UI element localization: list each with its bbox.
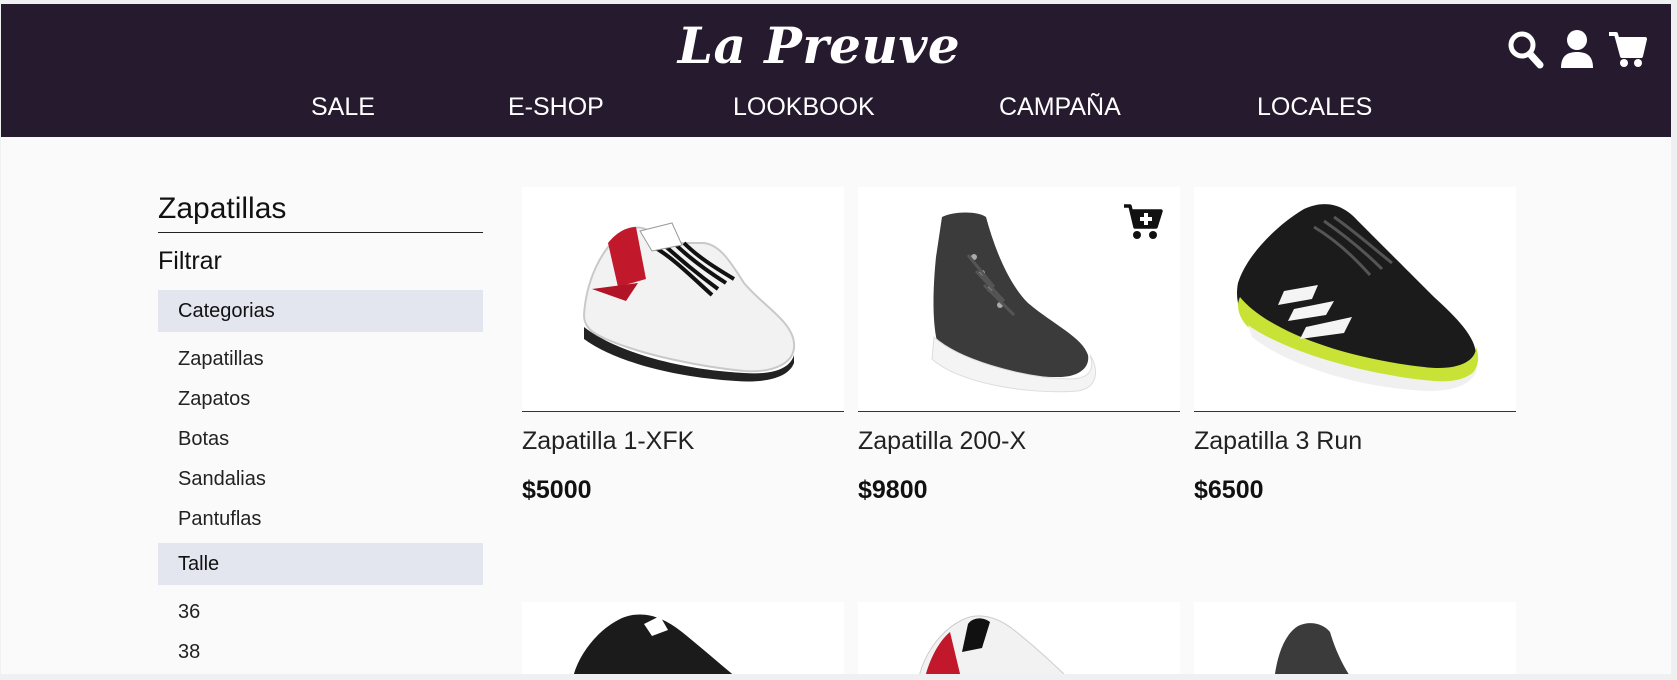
product-image[interactable] <box>1194 187 1516 411</box>
page: La Preuve SALE E-SHOP LOOKBOOK CAMPAÑA L… <box>1 4 1671 674</box>
filter-option-zapatos[interactable]: Zapatos <box>178 388 250 411</box>
search-icon[interactable] <box>1506 28 1546 70</box>
cart-icon[interactable] <box>1607 28 1647 70</box>
nav-campana[interactable]: CAMPAÑA <box>999 93 1121 122</box>
sneaker-image <box>573 614 733 674</box>
site-header: La Preuve SALE E-SHOP LOOKBOOK CAMPAÑA L… <box>1 4 1671 137</box>
product-image[interactable] <box>522 187 844 411</box>
filter-group-label: Talle <box>178 553 220 575</box>
filter-option-zapatillas[interactable]: Zapatillas <box>178 348 264 371</box>
brand-logo[interactable]: La Preuve <box>1 16 1637 75</box>
user-icon[interactable] <box>1557 28 1597 70</box>
filter-option-size-38[interactable]: 38 <box>178 641 200 664</box>
category-title: Zapatillas <box>158 192 287 225</box>
filter-option-botas[interactable]: Botas <box>178 428 229 451</box>
product-price: $5000 <box>522 476 592 504</box>
nav-locales[interactable]: LOCALES <box>1257 93 1372 122</box>
product-card[interactable] <box>858 602 1180 674</box>
nav-lookbook[interactable]: LOOKBOOK <box>733 93 875 122</box>
sneaker-image <box>1275 623 1349 674</box>
title-divider <box>158 232 483 233</box>
product-name[interactable]: Zapatilla 3 Run <box>1194 427 1362 456</box>
product-price: $9800 <box>858 476 928 504</box>
filter-option-size-36[interactable]: 36 <box>178 601 200 624</box>
product-card[interactable] <box>1194 602 1516 674</box>
sneaker-image <box>919 615 1065 674</box>
add-to-cart-icon[interactable] <box>1122 201 1164 241</box>
filter-heading: Filtrar <box>158 247 222 275</box>
card-divider <box>858 411 1180 412</box>
card-divider <box>522 411 844 412</box>
nav-eshop[interactable]: E-SHOP <box>508 93 604 122</box>
filter-group-talle[interactable]: Talle <box>158 543 483 585</box>
nav-sale[interactable]: SALE <box>311 93 375 122</box>
card-divider <box>1194 411 1516 412</box>
sneaker-image <box>582 222 796 382</box>
product-price: $6500 <box>1194 476 1264 504</box>
filter-option-pantuflas[interactable]: Pantuflas <box>178 508 261 531</box>
filter-group-label: Categorias <box>178 300 275 322</box>
filter-group-categorias[interactable]: Categorias <box>158 290 483 332</box>
filter-option-sandalias[interactable]: Sandalias <box>178 468 266 491</box>
sneaker-image <box>1237 204 1479 391</box>
product-card[interactable] <box>522 602 844 674</box>
product-name[interactable]: Zapatilla 1-XFK <box>522 427 694 456</box>
product-name[interactable]: Zapatilla 200-X <box>858 427 1026 456</box>
